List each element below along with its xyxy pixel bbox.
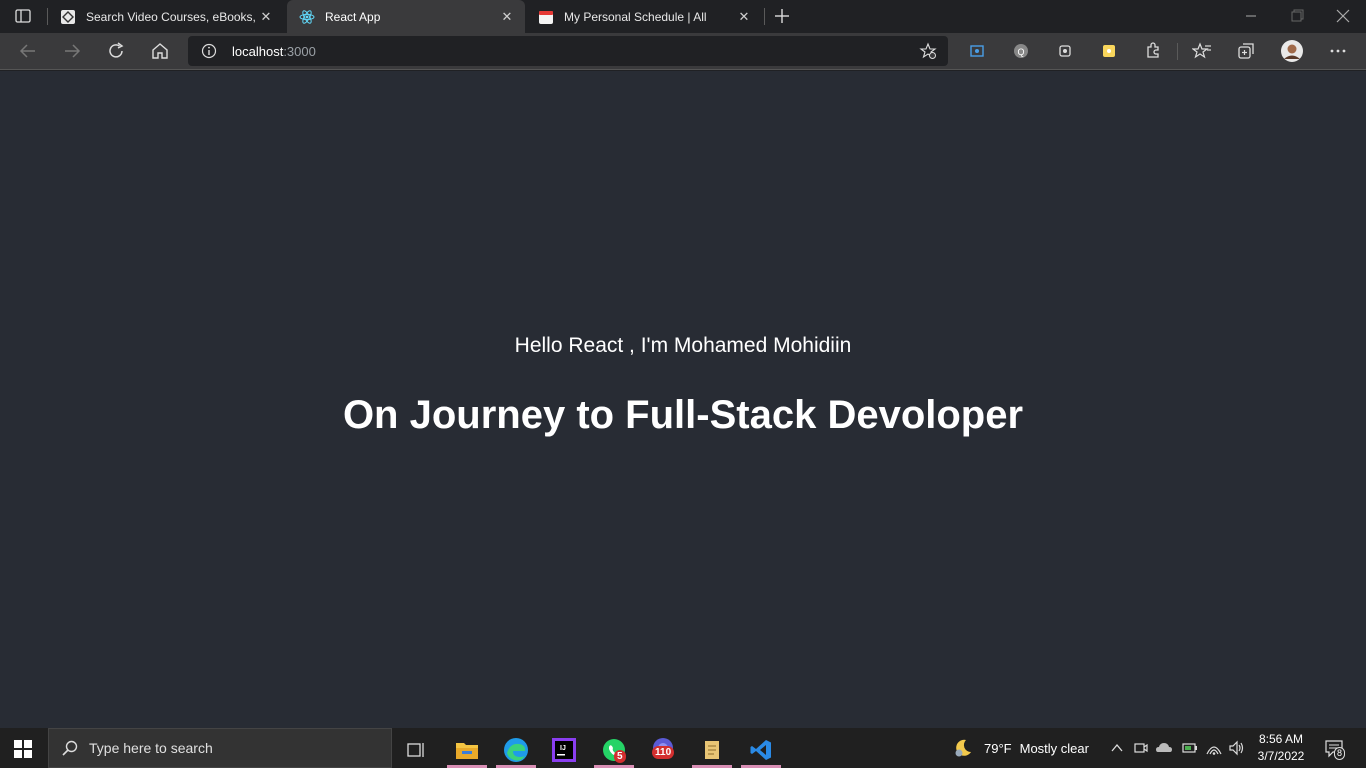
battery-icon[interactable] (1181, 740, 1199, 756)
greeting-text: Hello React , I'm Mohamed Mohidiin (514, 334, 852, 357)
extensions-icon[interactable] (1141, 39, 1165, 63)
url-text: localhost:3000 (232, 44, 316, 59)
screenshot-extension-icon[interactable] (965, 39, 989, 63)
system-clock[interactable]: 8:56 AM 3/7/2022 (1252, 731, 1310, 765)
restore-icon[interactable] (1288, 8, 1306, 24)
search-placeholder: Type here to search (89, 740, 213, 756)
file-explorer-icon[interactable] (447, 732, 487, 768)
notepad-scroll-icon[interactable] (692, 732, 732, 768)
new-tab-icon[interactable] (773, 7, 791, 25)
camera-extension-icon[interactable] (1053, 39, 1077, 63)
moon-icon (952, 737, 974, 759)
vscode-icon[interactable] (741, 732, 781, 768)
quillbot-extension-icon[interactable]: Q (1009, 39, 1033, 63)
intellij-idea-icon[interactable]: IJ (544, 732, 584, 768)
weather-widget[interactable]: 79°F Mostly clear (952, 728, 1089, 768)
show-hidden-icons-icon[interactable] (1110, 741, 1124, 755)
site-info-icon[interactable] (201, 43, 217, 59)
whatsapp-badge: 5 (614, 750, 626, 763)
page-content: Hello React , I'm Mohamed Mohidiin On Jo… (0, 71, 1366, 728)
close-window-icon[interactable] (1334, 7, 1352, 25)
tab-separator (764, 8, 765, 25)
weather-temperature: 79°F (984, 740, 1012, 756)
packt-icon (60, 9, 76, 25)
whatsapp-icon[interactable]: 5 (594, 732, 634, 768)
close-tab-icon[interactable]: ✕ (258, 9, 274, 25)
clock-date: 3/7/2022 (1257, 749, 1305, 763)
clock-time: 8:56 AM (1258, 732, 1304, 746)
calendar-icon (538, 9, 554, 25)
search-icon (61, 739, 79, 757)
notification-count: 8 (1334, 747, 1346, 760)
close-tab-icon[interactable]: ✕ (499, 9, 515, 25)
url-host: localhost (232, 44, 284, 59)
url-port: :3000 (283, 44, 316, 59)
add-favorite-icon[interactable] (919, 42, 937, 60)
app-badge: 110 (652, 746, 675, 759)
tab-react-app[interactable]: React App ✕ (287, 0, 525, 33)
home-icon[interactable] (148, 39, 172, 63)
wifi-icon[interactable] (1205, 740, 1223, 756)
browser-window: Search Video Courses, eBooks, Paths and … (0, 0, 1366, 71)
address-bar[interactable]: localhost:3000 (188, 36, 948, 66)
tab-title: Search Video Courses, eBooks, Paths and … (86, 9, 258, 24)
volume-icon[interactable] (1228, 740, 1246, 756)
tab-packt[interactable]: Search Video Courses, eBooks, Paths and … (48, 0, 284, 33)
taskbar-search-box[interactable]: Type here to search (48, 728, 392, 768)
profile-avatar[interactable] (1280, 39, 1304, 63)
meet-now-icon[interactable] (1133, 740, 1149, 756)
onedrive-icon[interactable] (1155, 740, 1173, 756)
browser-toolbar: localhost:3000 Q (0, 33, 1366, 70)
favorites-icon[interactable] (1190, 39, 1214, 63)
minimize-icon[interactable] (1242, 8, 1260, 24)
messenger-app-icon[interactable]: 110 (643, 732, 683, 768)
toolbar-separator (1177, 43, 1178, 60)
windows-start-icon[interactable] (14, 740, 32, 758)
refresh-icon[interactable] (104, 39, 128, 63)
back-icon[interactable] (16, 39, 40, 63)
collections-icon[interactable] (1234, 39, 1258, 63)
taskbar: Type here to search IJ 5 110 79°F Mostly… (0, 728, 1366, 768)
more-options-icon[interactable] (1326, 39, 1350, 63)
tab-schedule[interactable]: My Personal Schedule | All ✕ (526, 0, 762, 33)
edge-browser-icon[interactable] (496, 732, 536, 768)
react-icon (299, 9, 315, 25)
notifications-icon[interactable]: 8 (1324, 739, 1346, 760)
forward-icon[interactable] (60, 39, 84, 63)
tab-strip: Search Video Courses, eBooks, Paths and … (0, 0, 1366, 33)
svg-text:IJ: IJ (560, 745, 566, 752)
tab-actions-icon[interactable] (14, 8, 32, 24)
weather-description: Mostly clear (1019, 740, 1089, 756)
page-headline: On Journey to Full-Stack Devoloper (342, 393, 1024, 437)
tab-title: React App (325, 9, 381, 24)
task-view-icon[interactable] (396, 732, 436, 768)
tab-title: My Personal Schedule | All (564, 9, 707, 24)
notes-extension-icon[interactable] (1097, 39, 1121, 63)
close-tab-icon[interactable]: ✕ (736, 9, 752, 25)
svg-text:Q: Q (1017, 47, 1024, 57)
